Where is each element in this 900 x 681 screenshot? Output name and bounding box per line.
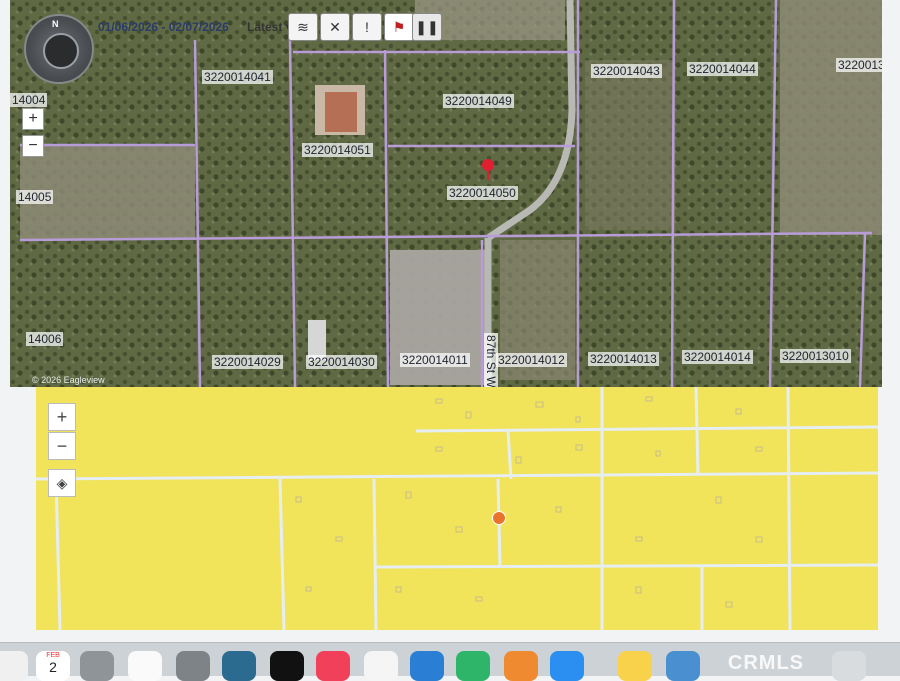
satellite-map[interactable]: 3220014041 3220014049 3220014043 3220014…	[10, 0, 882, 387]
satellite-imagery	[10, 0, 882, 387]
layers-icon[interactable]: ◈	[48, 469, 76, 497]
parcel-label[interactable]: 3220014044	[687, 62, 758, 76]
parcel-label[interactable]: 3220014014	[682, 350, 753, 364]
latest-label: Latest	[247, 20, 283, 34]
tools-icon[interactable]: ✕	[320, 13, 350, 41]
keynote-icon[interactable]	[410, 651, 444, 681]
parcel-label[interactable]: 3220014041	[202, 70, 273, 84]
compass-icon[interactable]: N	[24, 14, 94, 84]
news-icon[interactable]	[364, 651, 398, 681]
freeform-icon[interactable]	[222, 651, 256, 681]
parcel-label[interactable]: 3220014050	[447, 186, 518, 200]
music-icon[interactable]	[316, 651, 350, 681]
date-range[interactable]: 01/06/2026 - 02/07/2026	[98, 20, 229, 34]
parcel-label[interactable]: 3220014012	[496, 353, 567, 367]
street-label: 87th St W	[484, 333, 498, 387]
apple-tv-icon[interactable]	[270, 651, 304, 681]
info-icon[interactable]: !	[352, 13, 382, 41]
map-zoom-out-button[interactable]: −	[48, 432, 76, 460]
parcel-label[interactable]: 3220014011	[400, 353, 470, 367]
downloads-icon[interactable]	[666, 651, 700, 681]
pages-icon[interactable]	[504, 651, 538, 681]
parcel-lines	[36, 387, 878, 630]
zoom-in-button[interactable]: +	[22, 108, 44, 130]
parcel-label[interactable]: 3220014029	[212, 355, 283, 369]
trash-icon[interactable]	[832, 651, 866, 681]
parcel-label[interactable]: 14004	[10, 93, 48, 107]
parcel-label[interactable]: 14005	[16, 190, 54, 204]
north-indicator-icon: N	[52, 19, 59, 29]
crmls-watermark: CRMLS	[727, 652, 804, 674]
zoom-out-button[interactable]: −	[22, 135, 44, 157]
photos-icon[interactable]	[0, 651, 28, 681]
parcel-label[interactable]: 3220014051	[302, 143, 373, 157]
notes-icon[interactable]	[618, 651, 652, 681]
measure-icon[interactable]: ⚑	[384, 13, 414, 41]
parcel-label[interactable]: 3220014013	[588, 352, 659, 366]
location-pin-icon[interactable]	[492, 511, 506, 525]
parcel-label[interactable]: 3220014043	[591, 64, 662, 78]
split-view-icon[interactable]: ❚❚	[412, 13, 442, 41]
parcel-label[interactable]: 322001301	[836, 58, 882, 72]
parcel-map[interactable]: + − ◈	[36, 387, 878, 630]
parcel-label[interactable]: 14006	[26, 332, 64, 346]
compass-needle-icon	[43, 33, 79, 69]
map-copyright: © 2026 Eagleview	[32, 375, 105, 385]
parcel-label[interactable]: 3220014049	[443, 94, 514, 108]
contacts-icon[interactable]	[80, 651, 114, 681]
parcel-label[interactable]: 3220013010	[780, 349, 851, 363]
calendar-icon[interactable]: FEB 2	[36, 651, 70, 681]
reminders-icon[interactable]	[128, 651, 162, 681]
calendar-day: 2	[49, 659, 57, 675]
layers-icon[interactable]: ≋	[288, 13, 318, 41]
app-store-icon[interactable]	[550, 651, 584, 681]
map-zoom-in-button[interactable]: +	[48, 403, 76, 431]
parcel-label[interactable]: 3220014030	[306, 355, 377, 369]
numbers-icon[interactable]	[456, 651, 490, 681]
settings-icon[interactable]	[176, 651, 210, 681]
latest-dropdown[interactable]: Latest ▾	[247, 20, 292, 34]
